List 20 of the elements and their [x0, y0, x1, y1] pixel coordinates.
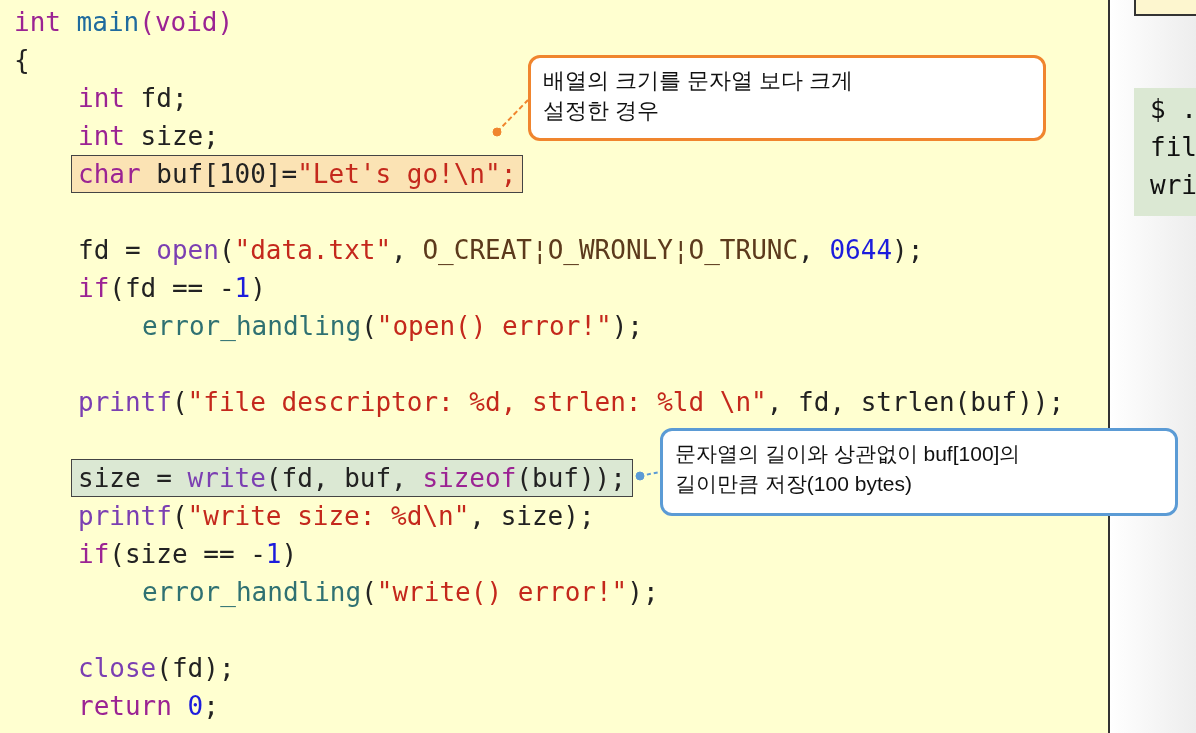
leader-line: [492, 99, 529, 137]
code-line: int size;: [78, 120, 219, 153]
code-line: if(fd == -1): [78, 272, 266, 305]
code-line: error_handling("open() error!");: [142, 310, 643, 343]
terminal-line: $ .: [1150, 93, 1196, 126]
code-line: printf("file descriptor: %d, strlen: %ld \n", fd, strlen(buf));: [78, 386, 1065, 419]
code-line: return 0;: [78, 690, 219, 723]
code-line: printf("write size: %d\n", size);: [78, 500, 595, 533]
code-line: fd = open("data.txt", O_CREAT¦O_WRONLY¦O_TRUNC, 0644);: [78, 234, 924, 267]
code-line: int main(void): [14, 6, 234, 39]
code-line: {: [14, 44, 30, 77]
code-line: if(size == -1): [78, 538, 298, 571]
terminal-line: fil: [1150, 131, 1196, 164]
callout: 문자열의 길이와 상관없이 buf[100]의 길이만큼 저장(100 bytes): [660, 428, 1178, 516]
code-line: close(fd);: [78, 652, 235, 685]
callout: 배열의 크기를 문자열 보다 크게 설정한 경우: [528, 55, 1046, 141]
code-line: error_handling("write() error!");: [142, 576, 659, 609]
code-line: int fd;: [78, 82, 188, 115]
terminal-line: wri: [1150, 169, 1196, 202]
leader-line: [635, 471, 661, 481]
